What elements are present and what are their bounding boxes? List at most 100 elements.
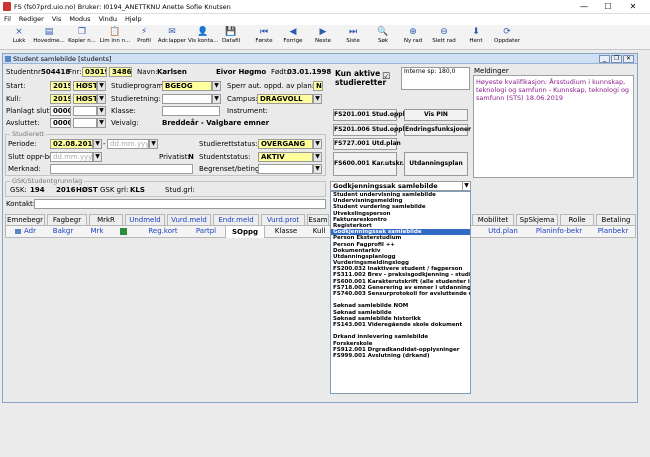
tab-kull[interactable]: Kull (310, 226, 328, 237)
avsluttet-term-field[interactable] (73, 118, 97, 128)
planlagt-year-field[interactable]: 0000 (50, 106, 71, 116)
vis-pin-button[interactable]: Vis PIN (404, 109, 468, 121)
menu-vis[interactable]: Vis (48, 14, 66, 24)
menu-modus[interactable]: Modus (65, 14, 94, 24)
maximize-icon[interactable]: ☐ (597, 0, 619, 14)
tab-klasse[interactable]: Klasse (273, 226, 299, 237)
tab-adr[interactable]: Adr (23, 226, 37, 237)
dropdown-option[interactable]: FS912.001 Drgradkandidat-opplysninger (331, 347, 470, 353)
tab-rolle[interactable]: Rolle (560, 214, 594, 225)
utdanningsplan-button[interactable]: Utdanningsplan (404, 152, 468, 176)
dropdown-option[interactable]: FS600.001 Karakterutskrift (alle student… (331, 279, 470, 285)
toolbar-hent-button[interactable]: ⬇ Hent (464, 26, 488, 49)
menu-vindu[interactable]: Vindu (95, 14, 121, 24)
dropdown-option[interactable]: FS143.001 Videregående skole dokument (331, 322, 470, 328)
kun-aktive-checkbox[interactable]: ☑ (382, 72, 390, 82)
chevron-down-icon[interactable]: ▼ (97, 94, 106, 104)
chevron-down-icon[interactable]: ▼ (149, 139, 158, 149)
tab-utd-plan[interactable]: Utd.plan (488, 226, 518, 237)
periode-til-field[interactable]: dd.mm.yyyy (107, 139, 149, 149)
toolbar-forrige-button[interactable]: ◀ Forrige (280, 26, 306, 49)
start-year-field[interactable]: 2019 (50, 81, 71, 91)
campus-field[interactable]: DRAGVOLL (257, 94, 313, 104)
fs201-006-stud-oppl-button[interactable]: FS201.006 Stud.oppl. (333, 124, 407, 136)
tab-planbekr[interactable]: Planbekr (596, 226, 630, 237)
chevron-down-icon[interactable]: ▼ (212, 94, 221, 104)
chevron-down-icon[interactable]: ▼ (313, 94, 322, 104)
chevron-down-icon[interactable]: ▼ (93, 139, 102, 149)
chevron-down-icon[interactable]: ▼ (93, 152, 102, 162)
close-icon[interactable]: ✕ (622, 0, 644, 14)
merknad-field[interactable] (50, 164, 193, 174)
tab-bakgr[interactable]: Bakgr (50, 226, 76, 237)
periode-fra-field[interactable]: 02.08.2019 (50, 139, 93, 149)
menu-hjelp[interactable]: Hjelp (121, 14, 146, 24)
samlebilde-combo[interactable]: Godkjenningssak samlebilde (330, 181, 463, 191)
minimize-icon[interactable]: _ (599, 55, 610, 63)
sperr-field[interactable]: N (313, 81, 323, 91)
tab-fagbegr[interactable]: Fagbegr (47, 214, 87, 225)
tab-partpl[interactable]: Partpl (193, 226, 219, 237)
toolbar-lukk-button[interactable]: × Lukk (6, 26, 32, 49)
chevron-down-icon[interactable]: ▼ (97, 106, 106, 116)
tab-emnebegr[interactable]: Emnebegr (5, 214, 45, 225)
toolbar-datafil-button[interactable]: 💾 Datafil (219, 26, 243, 49)
toolbar-vis-kontakt-button[interactable]: 👤 Vis konta... (188, 26, 218, 49)
fs727-001-utd-plan-button[interactable]: FS727.001 Utd.plan (333, 138, 401, 150)
toolbar-oppdater-button[interactable]: ⟳ Oppdater (492, 26, 522, 49)
menu-fil[interactable]: Fil (0, 14, 15, 24)
tab-esam[interactable]: Esam (307, 214, 329, 225)
dropdown-option[interactable]: FS740.003 Sensurprotokoll for avsluttend… (331, 291, 470, 297)
image-icon[interactable] (120, 228, 127, 235)
chevron-down-icon[interactable]: ▼ (97, 118, 106, 128)
close-icon[interactable]: ✕ (623, 55, 634, 63)
endringsfunksjoner-button[interactable]: Endringsfunksjoner (404, 124, 471, 136)
tab-soppg[interactable]: SOppg (225, 225, 265, 238)
restore-icon[interactable]: ❐ (611, 55, 622, 63)
fnr-pnr-field[interactable]: 34866 (109, 67, 132, 77)
studierettstatus-field[interactable]: OVERGANG (258, 139, 313, 149)
kontakt-field[interactable] (34, 199, 326, 209)
chevron-down-icon[interactable]: ▼ (97, 81, 106, 91)
fs201-001-stud-oppl-button[interactable]: FS201.001 Stud.oppl. (333, 109, 407, 121)
tab-reg-kort[interactable]: Reg.kort (147, 226, 179, 237)
studieprogram-field[interactable]: BGEOG (162, 81, 212, 91)
toolbar-kopier-button[interactable]: ❐ Kopier n... (66, 26, 98, 49)
toolbar-ny-rad-button[interactable]: ⊕ Ny rad (401, 26, 425, 49)
chevron-down-icon[interactable]: ▼ (313, 139, 322, 149)
start-term-field[interactable]: HØST (73, 81, 97, 91)
kull-term-field[interactable]: HØST (73, 94, 97, 104)
toolbar-forste-button[interactable]: ⏮ Første (252, 26, 276, 49)
planlagt-term-field[interactable] (73, 106, 97, 116)
tab-spskjema[interactable]: SpSkjema (516, 214, 558, 225)
dropdown-option[interactable]: FS311.002 Brev - praksisgodkjenning - st… (331, 272, 470, 278)
slutt-oppr-ber-field[interactable]: dd.mm.yyyy (50, 152, 93, 162)
tab-mobilitet[interactable]: Mobilitet (472, 214, 514, 225)
chevron-down-icon[interactable]: ▼ (462, 181, 471, 191)
minimize-icon[interactable]: — (573, 0, 595, 14)
klasse-field[interactable] (162, 106, 220, 116)
fs600-001-kar-utskr-button[interactable]: FS600.001 Kar.utskr. (333, 152, 404, 176)
tab-vurd-prot[interactable]: Vurd.prot (261, 214, 305, 225)
toolbar-sok-button[interactable]: 🔍 Søk (371, 26, 395, 49)
studieretning-field[interactable] (162, 94, 212, 104)
tab-endr-meld[interactable]: Endr.meld (213, 214, 259, 225)
toolbar-profil-button[interactable]: ⚡ Profil (132, 26, 156, 49)
tab-vurd-meld[interactable]: Vurd.meld (167, 214, 211, 225)
toolbar-siste-button[interactable]: ⏭ Siste (341, 26, 365, 49)
fnr-date-field[interactable]: 030198 (82, 67, 107, 77)
chevron-down-icon[interactable]: ▼ (313, 164, 322, 174)
chevron-down-icon[interactable]: ▼ (313, 152, 322, 162)
toolbar-adr-lapper-button[interactable]: ✉ Adr.lapper (157, 26, 187, 49)
toolbar-slett-rad-button[interactable]: ⊖ Slett rad (430, 26, 458, 49)
toolbar-neste-button[interactable]: ▶ Neste (311, 26, 335, 49)
tab-mrk[interactable]: Mrk (88, 226, 106, 237)
tab-planinfo-bekr[interactable]: Planinfo-bekr (534, 226, 584, 237)
kull-year-field[interactable]: 2019 (50, 94, 71, 104)
tab-undmeld[interactable]: Undmeld (125, 214, 165, 225)
chevron-down-icon[interactable]: ▼ (212, 81, 221, 91)
menu-rediger[interactable]: Rediger (15, 14, 48, 24)
dropdown-option[interactable]: FS999.001 Avslutning (drkand) (331, 353, 470, 359)
toolbar-lim-inn-button[interactable]: 📋 Lim inn n... (99, 26, 131, 49)
tab-mrkr[interactable]: MrkR (89, 214, 123, 225)
